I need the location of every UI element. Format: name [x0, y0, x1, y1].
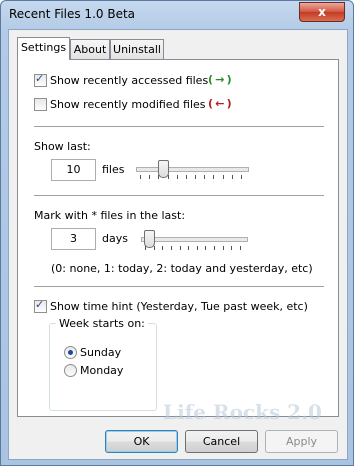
show-modified-label: Show recently modified files [50, 98, 206, 111]
slider-tick [223, 175, 224, 179]
slider-tick [188, 246, 189, 250]
separator [34, 126, 324, 127]
slider-tick [205, 246, 206, 250]
slider-tick [145, 246, 146, 250]
slider-tick [140, 175, 141, 179]
separator [34, 286, 324, 287]
apply-button[interactable]: Apply [265, 430, 338, 453]
time-hint-checkbox[interactable] [34, 300, 47, 313]
time-hint-label: Show time hint (Yesterday, Tue past week… [50, 300, 308, 313]
sunday-radio[interactable] [64, 346, 77, 359]
mark-with-input[interactable]: 3 [51, 228, 96, 250]
window-title: Recent Files 1.0 Beta [9, 7, 135, 21]
dialog-body: Settings About Uninstall Show recently a… [8, 29, 348, 460]
title-bar: Recent Files 1.0 Beta x [1, 1, 353, 29]
show-accessed-label: Show recently accessed files [50, 74, 208, 87]
slider-tick [214, 246, 215, 250]
slider-tick [171, 246, 172, 250]
monday-label: Monday [80, 364, 123, 377]
app-window: Recent Files 1.0 Beta x Settings About U… [0, 0, 354, 466]
slider-tick [231, 246, 232, 250]
mark-with-unit: days [102, 232, 128, 245]
show-accessed-checkbox[interactable] [34, 74, 47, 87]
slider-tick [241, 175, 242, 179]
slider-tick [197, 246, 198, 250]
slider-tick [154, 246, 155, 250]
show-last-label: Show last: [34, 140, 91, 153]
mark-with-slider-track[interactable] [141, 237, 248, 242]
slider-tick [168, 175, 169, 179]
slider-tick [240, 246, 241, 250]
show-last-unit: files [102, 163, 124, 176]
settings-panel: Show recently accessed files ( → ) Show … [17, 59, 339, 417]
mark-with-label: Mark with * files in the last: [34, 209, 185, 222]
close-button[interactable]: x [299, 2, 345, 22]
separator [34, 195, 324, 196]
slider-tick [180, 246, 181, 250]
tab-uninstall[interactable]: Uninstall [110, 39, 164, 59]
show-last-input[interactable]: 10 [51, 159, 96, 181]
ok-button[interactable]: OK [105, 430, 178, 453]
cancel-button[interactable]: Cancel [185, 430, 258, 453]
watermark: Life Rocks 2.0 [163, 400, 322, 424]
show-modified-checkbox[interactable] [34, 98, 47, 111]
accessed-arrow-icon: ( → ) [208, 73, 232, 86]
slider-tick [149, 175, 150, 179]
sunday-label: Sunday [80, 346, 121, 359]
slider-tick [195, 175, 196, 179]
slider-tick [213, 175, 214, 179]
slider-tick [223, 246, 224, 250]
mark-with-hint: (0: none, 1: today, 2: today and yesterd… [51, 262, 313, 275]
slider-tick [186, 175, 187, 179]
slider-tick [204, 175, 205, 179]
tab-about[interactable]: About [70, 39, 110, 59]
monday-radio[interactable] [64, 364, 77, 377]
slider-tick [162, 246, 163, 250]
show-last-slider-track[interactable] [136, 167, 249, 172]
tab-settings[interactable]: Settings [17, 37, 70, 60]
slider-tick [177, 175, 178, 179]
slider-tick [158, 175, 159, 179]
modified-arrow-icon: ( ← ) [208, 97, 232, 110]
week-starts-title: Week starts on: [56, 317, 148, 330]
slider-tick [232, 175, 233, 179]
